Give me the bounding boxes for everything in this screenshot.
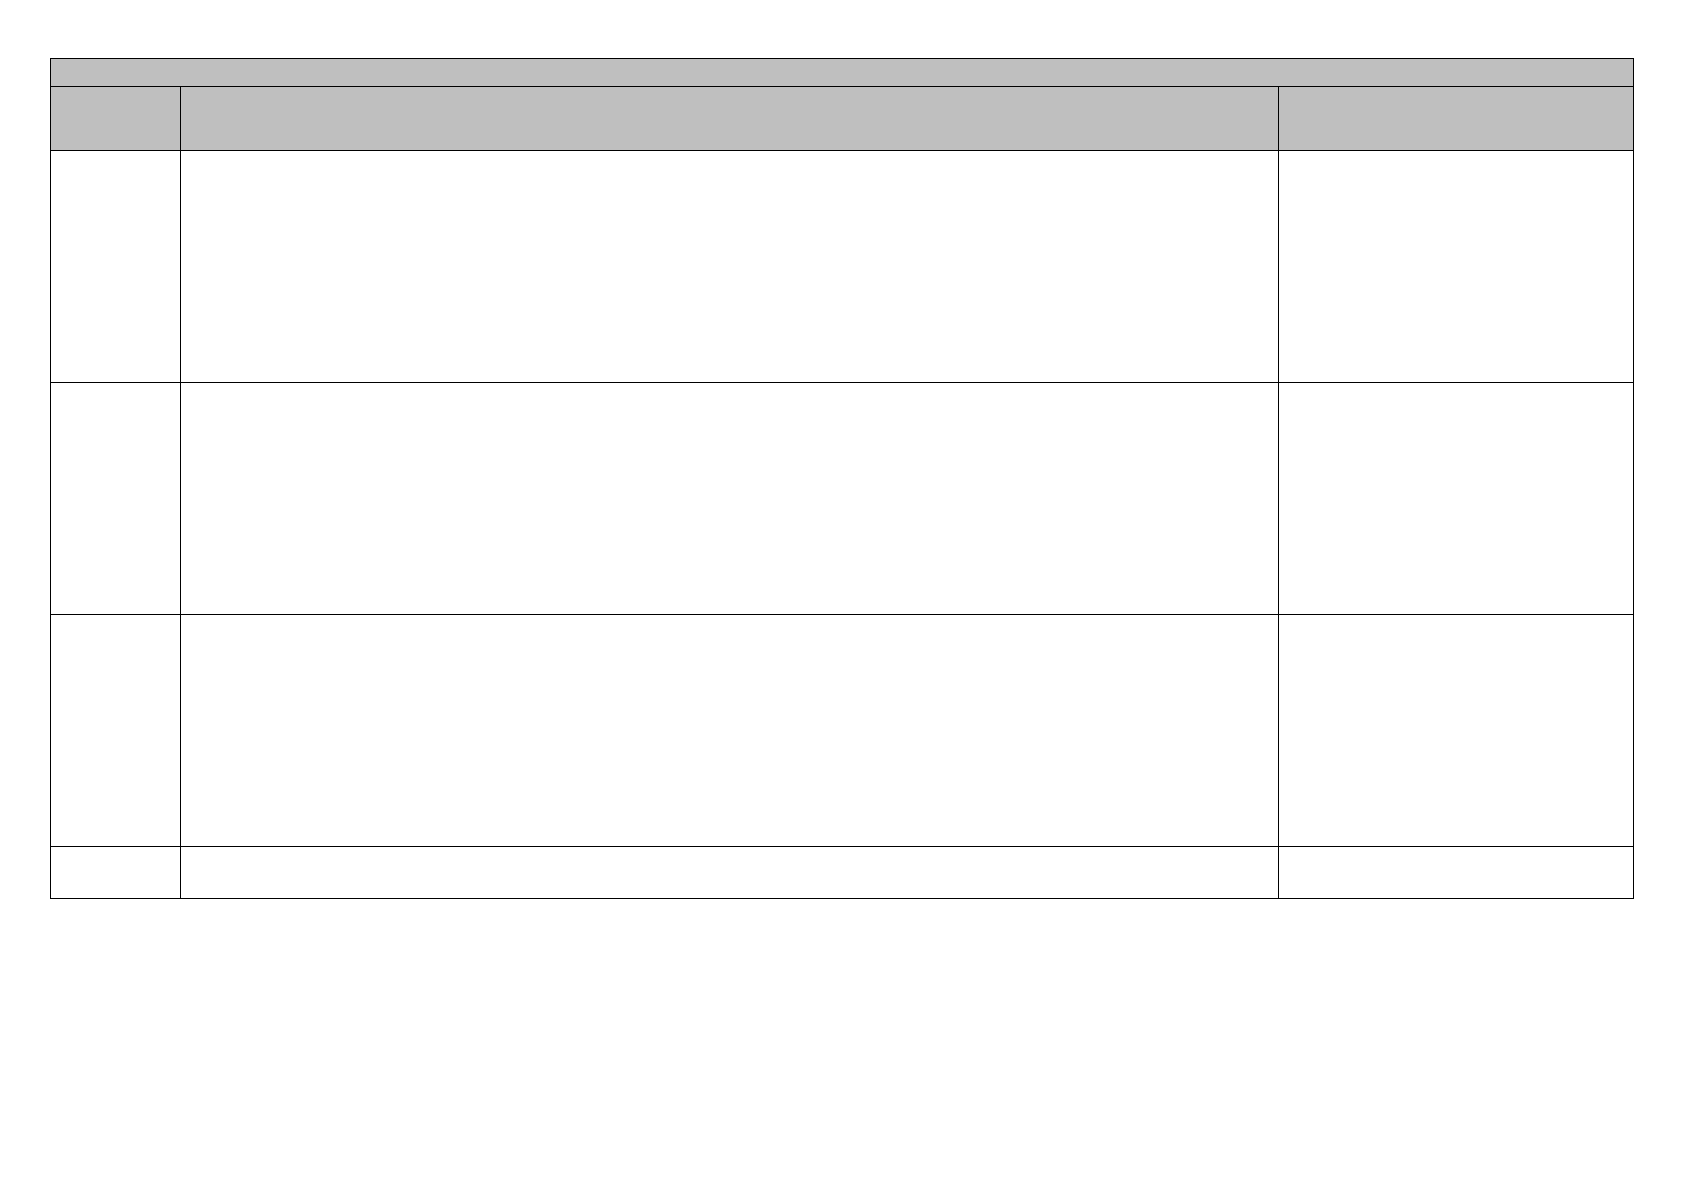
table-cell: [51, 615, 181, 847]
table-title-row: [51, 59, 1634, 87]
table-row: [51, 151, 1634, 383]
table-header-cell: [1279, 87, 1634, 151]
table-cell: [51, 151, 181, 383]
table-cell: [1279, 151, 1634, 383]
table-header-row: [51, 87, 1634, 151]
table-header-cell: [51, 87, 181, 151]
table-row: [51, 847, 1634, 899]
table-row: [51, 615, 1634, 847]
table-cell: [181, 151, 1279, 383]
main-table: [50, 58, 1634, 899]
table-title-cell: [51, 59, 1634, 87]
table-header-cell: [181, 87, 1279, 151]
table-cell: [1279, 383, 1634, 615]
table-cell: [181, 615, 1279, 847]
table-cell: [1279, 615, 1634, 847]
table-cell: [1279, 847, 1634, 899]
table-cell: [181, 383, 1279, 615]
table-row: [51, 383, 1634, 615]
table-cell: [51, 847, 181, 899]
table-cell: [51, 383, 181, 615]
table-cell: [181, 847, 1279, 899]
